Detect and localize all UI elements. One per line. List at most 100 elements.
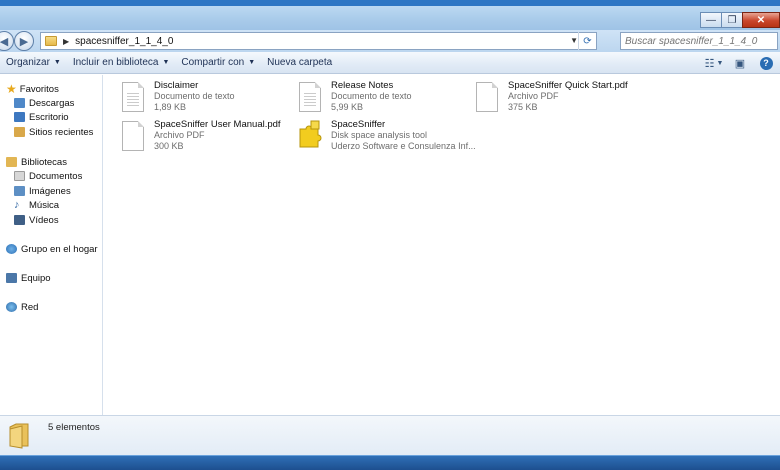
preview-pane-icon[interactable]: ▣ [730,54,750,72]
desktop-icon [14,112,25,122]
downloads-icon [14,98,25,108]
file-type: Archivo PDF [154,130,205,140]
text-file-icon [299,82,321,112]
file-name: Disclaimer [154,80,199,91]
file-item-release-notes[interactable]: Release Notes Documento de texto 5,99 KB [299,80,412,113]
folder-icon [45,36,57,46]
nav-homegroup-label: Grupo en el hogar [21,243,98,255]
nav-recent[interactable]: Sitios recientes [14,125,93,139]
nav-libraries-label: Bibliotecas [21,156,67,168]
refresh-icon[interactable]: ⟳ [578,32,596,50]
include-library-menu[interactable]: Incluir en biblioteca ▼ [67,53,176,73]
file-item-spacesniffer[interactable]: SpaceSniffer Disk space analysis tool Ud… [297,119,476,152]
window-controls: — ❐ ✕ [700,12,780,28]
star-icon: ★ [6,82,17,96]
item-count: 5 elementos [48,422,100,433]
file-size: 375 KB [508,102,538,112]
chevron-down-icon: ▼ [248,59,256,66]
include-library-label: Incluir en biblioteca [72,57,159,68]
address-row: ◀ ▶ ▶ spacesniffer_1_1_4_0 ▼ ⟳ [0,30,780,52]
back-arrow-icon: ◀ [0,35,9,48]
nav-music-label: Música [29,199,60,211]
file-description: Disk space analysis tool [331,130,428,140]
nav-documents[interactable]: Documentos [14,169,82,183]
file-type: Documento de texto [154,91,235,101]
folder-icon [8,421,30,449]
file-name: SpaceSniffer [331,119,386,130]
minimize-button[interactable]: — [700,12,722,28]
file-size: 1,89 KB [154,102,187,112]
nav-downloads-label: Descargas [29,97,75,109]
help-button[interactable]: ? [756,54,776,72]
nav-homegroup[interactable]: Grupo en el hogar [6,242,98,256]
computer-icon [6,273,17,283]
documents-icon [14,171,25,181]
address-dropdown-icon[interactable]: ▼ [570,36,578,45]
libraries-icon [6,157,17,167]
back-button[interactable]: ◀ [0,31,14,51]
pdf-file-icon [476,82,498,112]
nav-favorites-label: Favoritos [19,83,59,95]
share-with-menu[interactable]: Compartir con ▼ [175,53,261,73]
network-icon [6,302,17,312]
file-size: 300 KB [154,141,184,151]
nav-videos-label: Vídeos [29,214,59,226]
command-bar: Organizar ▼ Incluir en biblioteca ▼ Compar… [0,52,780,74]
nav-desktop-label: Escritorio [29,111,69,123]
nav-documents-label: Documentos [29,170,83,182]
nav-network[interactable]: Red [6,300,38,314]
nav-recent-label: Sitios recientes [29,126,94,138]
file-type: Documento de texto [331,91,412,101]
nav-network-label: Red [21,301,39,313]
breadcrumb-folder[interactable]: spacesniffer_1_1_4_0 [75,36,173,47]
nav-images-label: Imágenes [29,185,71,197]
puzzle-app-icon [297,119,325,151]
nav-computer-label: Equipo [21,272,51,284]
search-input[interactable] [621,34,761,48]
address-bar[interactable]: ▶ spacesniffer_1_1_4_0 ▼ ⟳ [40,32,597,50]
new-folder-label: Nueva carpeta [267,57,333,68]
nav-music[interactable]: ♪ Música [14,198,59,212]
file-item-quick-start[interactable]: SpaceSniffer Quick Start.pdf Archivo PDF… [476,80,628,113]
window-title-bar: — ❐ ✕ [0,0,780,30]
search-box[interactable] [620,32,778,50]
close-button[interactable]: ✕ [742,12,780,28]
nav-computer[interactable]: Equipo [6,271,51,285]
music-icon: ♪ [14,199,20,211]
share-with-label: Compartir con [181,57,245,68]
nav-libraries[interactable]: Bibliotecas [6,155,67,169]
view-options-icon[interactable]: ☷ ▼ [704,54,724,72]
file-type: Archivo PDF [508,91,559,101]
file-name: Release Notes [331,80,394,91]
nav-images[interactable]: Imágenes [14,184,71,198]
organize-menu[interactable]: Organizar ▼ [0,53,67,73]
pdf-file-icon [122,121,144,151]
homegroup-icon [6,244,17,254]
forward-arrow-icon: ▶ [19,35,29,48]
maximize-button[interactable]: ❐ [721,12,743,28]
images-icon [14,186,25,196]
taskbar [0,455,780,470]
file-name: SpaceSniffer Quick Start.pdf [508,80,628,91]
nav-favorites[interactable]: ★ Favoritos [6,82,59,96]
nav-desktop[interactable]: Escritorio [14,110,69,124]
help-icon: ? [759,56,773,70]
file-company: Uderzo Software e Consulenza Inf... [331,141,476,151]
chevron-down-icon: ▼ [53,59,61,66]
recent-places-icon [14,127,25,137]
file-name: SpaceSniffer User Manual.pdf [154,119,281,130]
breadcrumb-arrow-icon[interactable]: ▶ [63,37,69,46]
file-item-user-manual[interactable]: SpaceSniffer User Manual.pdf Archivo PDF… [122,119,281,152]
new-folder-button[interactable]: Nueva carpeta [261,53,338,73]
navigation-pane: ★ Favoritos Descargas Escritorio Sitios … [0,75,103,415]
file-item-disclaimer[interactable]: Disclaimer Documento de texto 1,89 KB [122,80,235,113]
videos-icon [14,215,25,225]
status-bar: 5 elementos [0,415,780,455]
command-bar-right: ☷ ▼ ▣ ? [698,54,776,72]
nav-downloads[interactable]: Descargas [14,96,74,110]
organize-label: Organizar [6,57,50,68]
chevron-down-icon: ▼ [162,59,170,66]
nav-videos[interactable]: Vídeos [14,213,59,227]
text-file-icon [122,82,144,112]
forward-button[interactable]: ▶ [14,31,34,51]
